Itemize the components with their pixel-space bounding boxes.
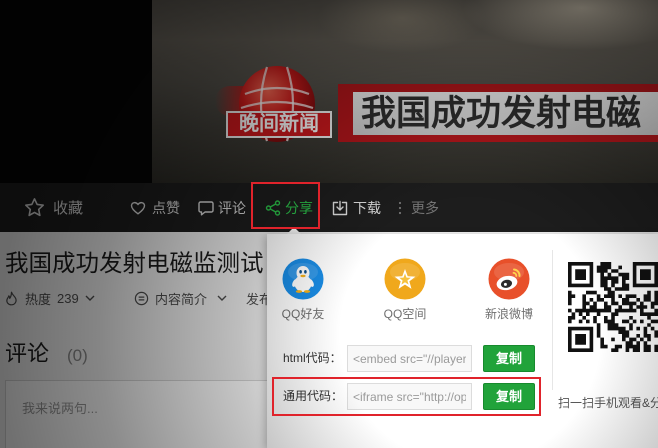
heart-icon	[130, 201, 146, 215]
like-label: 点赞	[152, 199, 180, 216]
heat-value: 239	[57, 290, 79, 306]
share-weibo-button[interactable]: 新浪微博	[474, 258, 544, 321]
general-code-copy-button[interactable]: 复制	[483, 383, 535, 410]
comments-title: 评论	[5, 341, 50, 366]
page-root: 晚间新闻 我国成功发射电磁 收藏 点赞 评论 分享 下载 更多 我国成功发射电磁…	[0, 0, 658, 448]
heat-label: 热度	[25, 291, 52, 307]
chevron-down-icon	[217, 295, 227, 301]
news-banner: 我国成功发射电磁	[338, 84, 658, 142]
share-qq-friends-button[interactable]: QQ好友	[268, 258, 338, 321]
chevron-down-icon	[85, 295, 95, 301]
download-label: 下载	[353, 199, 381, 216]
like-button[interactable]: 点赞	[130, 183, 180, 232]
video-frame[interactable]: 晚间新闻 我国成功发射电磁	[152, 0, 658, 183]
video-toolbar: 收藏 点赞 评论 分享 下载 更多	[0, 183, 658, 232]
more-dots-icon	[398, 201, 402, 214]
share-qzone-label: QQ空间	[383, 307, 427, 321]
weibo-icon	[488, 258, 530, 300]
qr-code	[568, 262, 658, 352]
star-icon	[24, 198, 45, 217]
share-qzone-button[interactable]: QQ空间	[370, 258, 440, 321]
comment-button[interactable]: 评论	[198, 183, 246, 232]
content-intro-icon	[134, 291, 149, 305]
video-title: 我国成功发射电磁监测试	[5, 250, 264, 276]
comments-header: 评论 (0)	[5, 340, 88, 368]
news-logo-text: 晚间新闻	[226, 111, 332, 138]
general-code-label: 通用代码：	[283, 389, 344, 403]
comment-label: 评论	[218, 199, 246, 216]
html-code-label: html代码：	[283, 351, 342, 365]
share-icon	[265, 199, 281, 216]
share-popup-divider	[552, 250, 553, 390]
flame-icon	[6, 291, 17, 305]
heat-dropdown[interactable]: 热度 239	[5, 290, 95, 307]
qzone-star-icon	[384, 258, 426, 300]
share-qq-friends-label: QQ好友	[281, 307, 325, 321]
news-banner-strip: 我国成功发射电磁	[353, 92, 658, 135]
comments-count: (0)	[67, 346, 88, 365]
download-icon	[332, 200, 348, 215]
intro-dropdown[interactable]: 内容简介	[134, 290, 227, 307]
more-label: 更多	[411, 199, 439, 216]
general-code-input[interactable]	[347, 383, 472, 410]
comment-input[interactable]	[6, 381, 269, 448]
html-code-copy-button[interactable]: 复制	[483, 345, 535, 372]
download-button[interactable]: 下载	[332, 183, 381, 232]
share-label: 分享	[285, 199, 313, 216]
comment-box	[5, 380, 270, 448]
news-logo: 晚间新闻	[215, 64, 335, 148]
share-weibo-label: 新浪微博	[484, 307, 533, 321]
video-player[interactable]: 晚间新闻 我国成功发射电磁	[0, 0, 658, 183]
favorite-label: 收藏	[53, 200, 84, 217]
qq-penguin-icon	[282, 258, 324, 300]
more-button[interactable]: 更多	[398, 183, 439, 232]
news-banner-text: 我国成功发射电磁	[361, 94, 642, 133]
comment-bubble-icon	[198, 200, 214, 215]
qr-caption: 扫一扫手机观看&分	[558, 396, 658, 410]
html-code-input[interactable]	[347, 345, 472, 372]
share-button[interactable]: 分享	[265, 183, 313, 232]
favorite-button[interactable]: 收藏	[24, 183, 83, 232]
intro-label: 内容简介	[155, 291, 208, 307]
share-popup: QQ好友 QQ空间 新浪微博 html代码： <embed src="//pla…	[267, 234, 658, 448]
